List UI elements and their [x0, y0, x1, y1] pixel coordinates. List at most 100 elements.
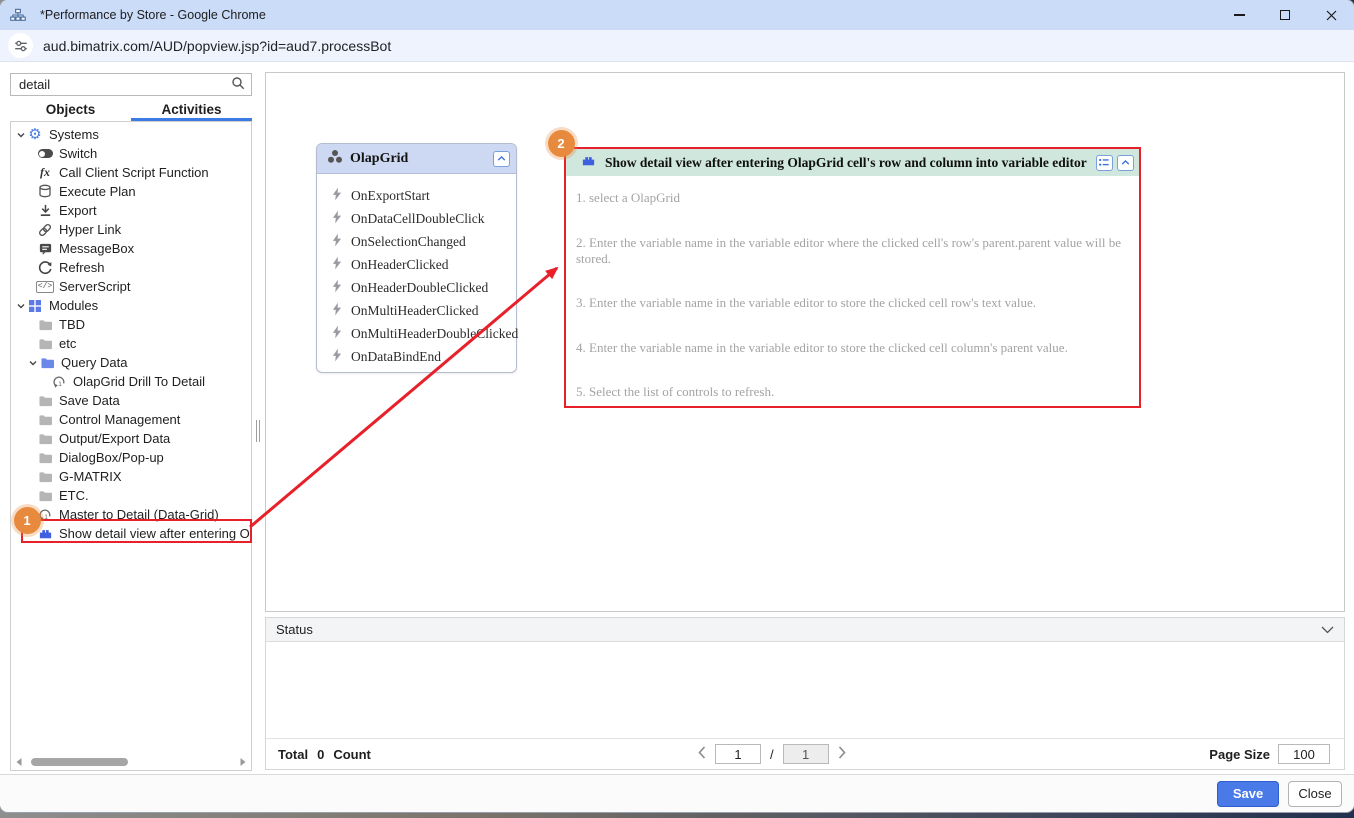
tree-item-olapgrid-drill-to-detail[interactable]: 1 OlapGrid Drill To Detail: [11, 372, 251, 391]
activities-tree-panel: ⚙ Systems Switch fx Call Client Script F…: [10, 121, 252, 771]
search-icon[interactable]: [231, 76, 245, 93]
folder-icon: [37, 488, 53, 504]
tree-item-call-client-script-function[interactable]: fx Call Client Script Function: [11, 163, 251, 182]
event-onmultiheaderclicked[interactable]: OnMultiHeaderClicked: [332, 299, 516, 322]
tree-item-export[interactable]: Export: [11, 201, 251, 220]
olapgrid-title: OlapGrid: [350, 150, 409, 166]
event-label: OnMultiHeaderClicked: [351, 302, 479, 318]
step-text: 5. Select the list of controls to refres…: [576, 384, 775, 399]
scrollbar-thumb[interactable]: [31, 758, 128, 766]
tree-item-label: TBD: [59, 317, 85, 332]
horizontal-scrollbar[interactable]: [13, 757, 249, 767]
chevron-down-icon[interactable]: [15, 301, 27, 311]
next-page-button[interactable]: [838, 746, 846, 762]
url-bar[interactable]: aud.bimatrix.com/AUD/popview.jsp?id=aud7…: [0, 30, 1354, 62]
site-settings-icon[interactable]: [8, 33, 33, 58]
activity-detail-panel[interactable]: Show detail view after entering OlapGrid…: [564, 147, 1141, 408]
status-label: Status: [276, 622, 313, 637]
scroll-left-arrow[interactable]: [13, 757, 25, 767]
event-ondatacelldoubleclick[interactable]: OnDataCellDoubleClick: [332, 207, 516, 230]
tree-item-etc2[interactable]: ETC.: [11, 486, 251, 505]
total-pages-input: [782, 744, 829, 764]
save-button[interactable]: Save: [1217, 780, 1279, 807]
folder-icon: [37, 336, 53, 352]
event-onexportstart[interactable]: OnExportStart: [332, 184, 516, 207]
event-onheaderclicked[interactable]: OnHeaderClicked: [332, 253, 516, 276]
chevron-down-icon[interactable]: [27, 358, 39, 368]
event-ondatabindend[interactable]: OnDataBindEnd: [332, 345, 516, 368]
tree-item-switch[interactable]: Switch: [11, 144, 251, 163]
folder-icon: [37, 393, 53, 409]
olapgrid-header[interactable]: OlapGrid: [317, 144, 516, 174]
page-size-input[interactable]: [1278, 744, 1330, 764]
folder-icon: [37, 469, 53, 485]
count-label: Count: [333, 746, 371, 762]
tree-item-messagebox[interactable]: MessageBox: [11, 239, 251, 258]
olapgrid-events: OnExportStart OnDataCellDoubleClick OnSe…: [317, 174, 518, 368]
process-canvas: OlapGrid OnExportStart OnDataCellDoubleC…: [265, 72, 1345, 612]
tree-item-systems[interactable]: ⚙ Systems: [11, 125, 251, 144]
folder-icon: [37, 450, 53, 466]
status-panel: Status Total 0 Count / Page Size: [265, 617, 1345, 770]
tree-item-label: Save Data: [59, 393, 120, 408]
olapgrid-node[interactable]: OlapGrid OnExportStart OnDataCellDoubleC…: [316, 143, 518, 373]
folder-blue-icon: [39, 355, 55, 371]
scroll-right-arrow[interactable]: [237, 757, 249, 767]
close-button[interactable]: Close: [1288, 780, 1342, 807]
title-bar: *Performance by Store - Google Chrome: [0, 0, 1354, 30]
panel-splitter-handle[interactable]: [256, 420, 260, 442]
tab-objects[interactable]: Objects: [10, 98, 131, 121]
prev-page-button[interactable]: [698, 746, 706, 762]
tree-item-label: ETC.: [59, 488, 89, 503]
tree-item-label: Refresh: [59, 260, 105, 275]
tree-item-label: DialogBox/Pop-up: [59, 450, 164, 465]
search-input[interactable]: [19, 77, 231, 92]
maximize-button[interactable]: [1262, 0, 1308, 30]
minimize-button[interactable]: [1216, 0, 1262, 30]
event-label: OnDataCellDoubleClick: [351, 210, 485, 226]
tab-activities[interactable]: Activities: [131, 98, 252, 122]
chevron-down-icon[interactable]: [1321, 626, 1334, 634]
event-label: OnDataBindEnd: [351, 348, 441, 364]
tree-item-control-management[interactable]: Control Management: [11, 410, 251, 429]
tree-item-label: MessageBox: [59, 241, 135, 256]
tree-item-save-data[interactable]: Save Data: [11, 391, 251, 410]
tree-item-query-data[interactable]: Query Data: [11, 353, 251, 372]
total-count: Total 0 Count: [266, 747, 371, 762]
tree-item-label: G-MATRIX: [59, 469, 122, 484]
tree-item-label: Switch: [59, 146, 98, 161]
lightning-icon: [332, 256, 342, 274]
tree-item-output-export-data[interactable]: Output/Export Data: [11, 429, 251, 448]
cluster-icon: [327, 149, 343, 169]
tree-item-dialogbox-popup[interactable]: DialogBox/Pop-up: [11, 448, 251, 467]
event-onheaderdoubleclicked[interactable]: OnHeaderDoubleClicked: [332, 276, 516, 299]
annotation-badge-2: 2: [547, 129, 575, 157]
tree-item-etc[interactable]: etc: [11, 334, 251, 353]
tree-item-serverscript[interactable]: </> ServerScript: [11, 277, 251, 296]
collapse-button[interactable]: [1116, 154, 1134, 171]
tree-item-label: Execute Plan: [59, 184, 136, 199]
url-text: aud.bimatrix.com/AUD/popview.jsp?id=aud7…: [43, 37, 392, 54]
tree-item-g-matrix[interactable]: G-MATRIX: [11, 467, 251, 486]
current-page-input[interactable]: [715, 744, 761, 764]
tree-item-refresh[interactable]: Refresh: [11, 258, 251, 277]
page-navigator: /: [698, 744, 846, 764]
activity-detail-header[interactable]: Show detail view after entering OlapGrid…: [566, 149, 1139, 176]
download-icon: [37, 203, 53, 219]
tree-item-tbd[interactable]: TBD: [11, 315, 251, 334]
modules-grid-icon: [27, 298, 43, 314]
step-text: 2. Enter the variable name in the variab…: [576, 234, 1122, 266]
page-separator: /: [770, 746, 774, 762]
properties-list-button[interactable]: [1095, 154, 1113, 171]
status-header[interactable]: Status: [266, 618, 1344, 642]
tree-item-execute-plan[interactable]: Execute Plan: [11, 182, 251, 201]
lightning-icon: [332, 348, 342, 366]
event-onselectionchanged[interactable]: OnSelectionChanged: [332, 230, 516, 253]
tree-item-hyper-link[interactable]: Hyper Link: [11, 220, 251, 239]
search-box: [10, 73, 252, 96]
collapse-button[interactable]: [493, 150, 510, 167]
event-onmultiheaderdoubleclicked[interactable]: OnMultiHeaderDoubleClicked: [332, 322, 518, 345]
chevron-down-icon[interactable]: [15, 130, 27, 140]
tree-item-modules[interactable]: Modules: [11, 296, 251, 315]
close-window-button[interactable]: [1308, 0, 1354, 30]
